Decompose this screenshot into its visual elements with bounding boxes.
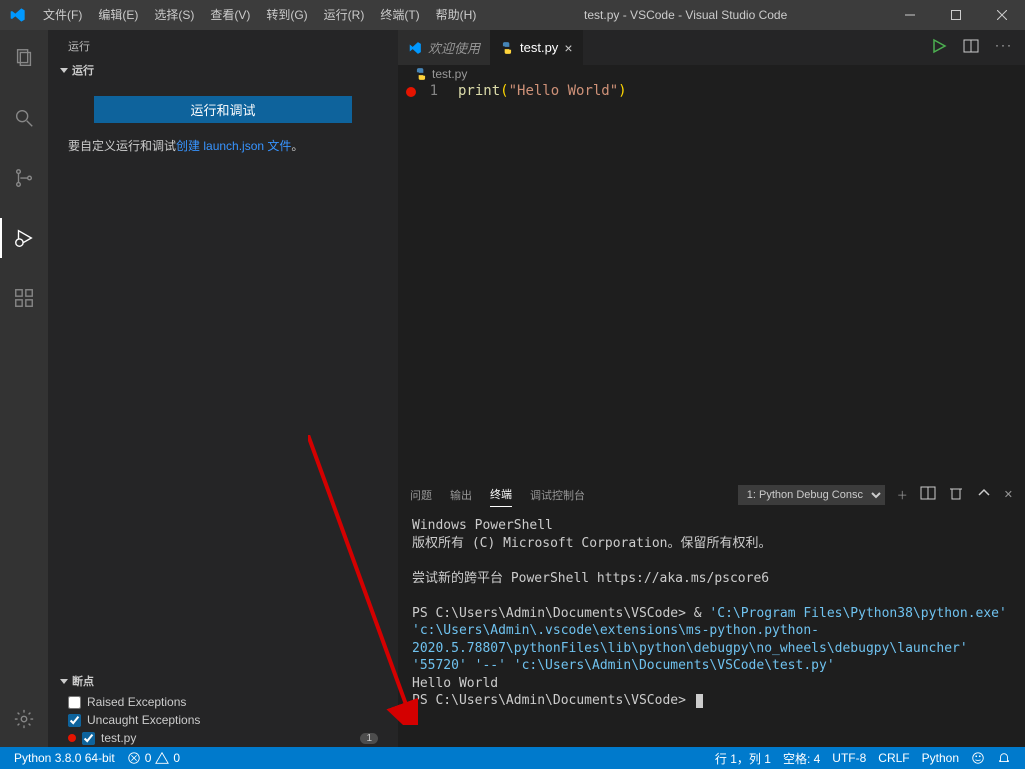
maximize-icon[interactable] <box>933 0 979 30</box>
explorer-icon[interactable] <box>0 38 48 78</box>
status-linecol[interactable]: 行 1，列 1 <box>709 750 777 767</box>
statusbar: Python 3.8.0 64-bit 0 0 行 1，列 1 空格: 4 UT… <box>0 747 1025 769</box>
breakpoint-glyph-icon[interactable] <box>406 87 416 97</box>
bp-uncaught-checkbox[interactable] <box>68 714 81 727</box>
terminal[interactable]: Windows PowerShell 版权所有 (C) Microsoft Co… <box>398 507 1025 747</box>
window-title: test.py - VSCode - Visual Studio Code <box>484 8 887 22</box>
run-debug-icon[interactable] <box>0 218 48 258</box>
section-breakpoints-label: 断点 <box>72 673 94 689</box>
tab-welcome[interactable]: 欢迎使用 <box>398 30 490 65</box>
tab-testpy[interactable]: test.py × <box>490 30 582 65</box>
bp-raised-exceptions[interactable]: Raised Exceptions <box>48 693 398 711</box>
code-line[interactable]: print("Hello World") <box>458 83 1025 477</box>
editor-tabs: 欢迎使用 test.py × ··· <box>398 30 1025 65</box>
window-controls <box>887 0 1025 30</box>
settings-icon[interactable] <box>0 699 48 739</box>
menu-file[interactable]: 文件(F) <box>35 0 90 30</box>
activity-bar <box>0 30 48 747</box>
menu-terminal[interactable]: 终端(T) <box>372 0 427 30</box>
menu-view[interactable]: 查看(V) <box>202 0 258 30</box>
tab-close-icon[interactable]: × <box>564 40 572 56</box>
extensions-icon[interactable] <box>0 278 48 318</box>
terminal-cursor <box>696 694 703 708</box>
menu-help[interactable]: 帮助(H) <box>428 0 485 30</box>
kill-terminal-icon[interactable] <box>948 485 964 504</box>
maximize-panel-icon[interactable] <box>976 485 992 504</box>
status-errors[interactable]: 0 0 <box>121 751 186 765</box>
code-editor[interactable]: 1 print("Hello World") <box>398 83 1025 477</box>
status-feedback-icon[interactable] <box>965 750 991 767</box>
titlebar: 文件(F) 编辑(E) 选择(S) 查看(V) 转到(G) 运行(R) 终端(T… <box>0 0 1025 30</box>
minimize-icon[interactable] <box>887 0 933 30</box>
bp-raised-checkbox[interactable] <box>68 696 81 709</box>
terminal-selector[interactable]: 1: Python Debug Consc <box>738 485 885 505</box>
breadcrumb[interactable]: test.py <box>398 65 1025 83</box>
search-icon[interactable] <box>0 98 48 138</box>
create-launch-link[interactable]: 创建 launch.json 文件 <box>176 139 291 153</box>
run-and-debug-button[interactable]: 运行和调试 <box>94 96 352 123</box>
new-terminal-icon[interactable]: ＋ <box>897 487 908 503</box>
menu-select[interactable]: 选择(S) <box>146 0 202 30</box>
status-lang[interactable]: Python <box>916 750 965 767</box>
status-python[interactable]: Python 3.8.0 64-bit <box>8 751 121 765</box>
panel: 问题 输出 终端 调试控制台 1: Python Debug Consc ＋ ✕… <box>398 477 1025 747</box>
main-area: 运行 运行 运行和调试 要自定义运行和调试创建 launch.json 文件。 … <box>0 30 1025 747</box>
bp-file[interactable]: test.py1 <box>48 729 398 747</box>
bp-file-checkbox[interactable] <box>82 732 95 745</box>
menu-run[interactable]: 运行(R) <box>316 0 373 30</box>
status-spaces[interactable]: 空格: 4 <box>777 750 826 767</box>
panel-tab-problems[interactable]: 问题 <box>410 483 432 507</box>
gutter[interactable]: 1 <box>398 83 458 477</box>
panel-tab-debugconsole[interactable]: 调试控制台 <box>530 483 585 507</box>
vscode-logo-icon <box>0 7 35 23</box>
source-control-icon[interactable] <box>0 158 48 198</box>
status-encoding[interactable]: UTF-8 <box>826 750 872 767</box>
create-launch-hint: 要自定义运行和调试创建 launch.json 文件。 <box>48 133 398 158</box>
bp-line-badge: 1 <box>360 733 378 744</box>
menu-bar: 文件(F) 编辑(E) 选择(S) 查看(V) 转到(G) 运行(R) 终端(T… <box>35 0 484 30</box>
bp-uncaught-exceptions[interactable]: Uncaught Exceptions <box>48 711 398 729</box>
status-eol[interactable]: CRLF <box>872 750 915 767</box>
run-file-icon[interactable] <box>931 38 947 57</box>
section-run-label: 运行 <box>72 62 94 78</box>
menu-go[interactable]: 转到(G) <box>258 0 315 30</box>
split-editor-icon[interactable] <box>963 38 979 57</box>
more-actions-icon[interactable]: ··· <box>995 38 1013 57</box>
section-breakpoints[interactable]: 断点 <box>48 669 398 693</box>
sidebar-header: 运行 <box>48 30 398 58</box>
status-notifications-icon[interactable] <box>991 750 1017 767</box>
split-terminal-icon[interactable] <box>920 485 936 504</box>
breakpoint-dot-icon <box>68 734 76 742</box>
menu-edit[interactable]: 编辑(E) <box>90 0 146 30</box>
editor-area: 欢迎使用 test.py × ··· test.py 1 print("Hell… <box>398 30 1025 747</box>
run-sidebar: 运行 运行 运行和调试 要自定义运行和调试创建 launch.json 文件。 … <box>48 30 398 747</box>
panel-tabs: 问题 输出 终端 调试控制台 1: Python Debug Consc ＋ ✕ <box>398 478 1025 507</box>
panel-tab-output[interactable]: 输出 <box>450 483 472 507</box>
close-panel-icon[interactable]: ✕ <box>1004 488 1013 501</box>
close-icon[interactable] <box>979 0 1025 30</box>
section-run[interactable]: 运行 <box>48 58 398 82</box>
panel-tab-terminal[interactable]: 终端 <box>490 482 512 507</box>
